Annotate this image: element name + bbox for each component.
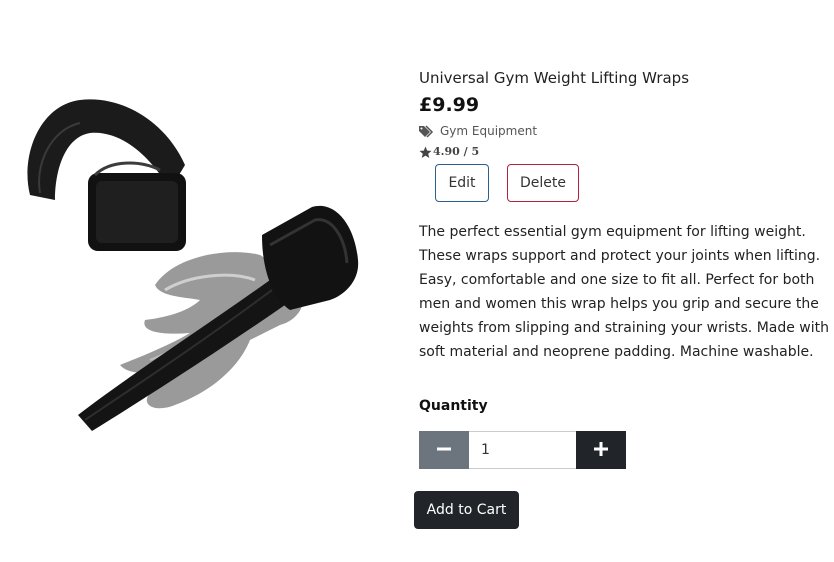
minus-icon	[436, 441, 452, 460]
tags-icon	[419, 124, 436, 138]
delete-button[interactable]: Delete	[507, 164, 579, 202]
star-icon	[419, 146, 432, 159]
product-category[interactable]: Gym Equipment	[419, 123, 834, 139]
plus-icon	[593, 441, 609, 460]
quantity-stepper	[419, 431, 626, 469]
decrement-button[interactable]	[419, 431, 469, 469]
admin-actions: Edit Delete	[435, 164, 834, 202]
product-image	[0, 75, 380, 445]
category-label: Gym Equipment	[440, 124, 538, 138]
quantity-input[interactable]	[469, 431, 576, 469]
quantity-label: Quantity	[419, 398, 488, 414]
rating-value: 4.90 / 5	[433, 145, 480, 158]
edit-button[interactable]: Edit	[435, 164, 489, 202]
increment-button[interactable]	[576, 431, 626, 469]
product-description: The perfect essential gym equipment for …	[419, 224, 830, 360]
product-rating: 4.90 / 5	[419, 145, 834, 159]
product-name: Universal Gym Weight Lifting Wraps	[419, 69, 690, 87]
product-price: £9.99	[419, 94, 480, 116]
product-details: Universal Gym Weight Lifting Wraps £9.99…	[419, 68, 834, 469]
add-to-cart-button[interactable]: Add to Cart	[414, 491, 519, 529]
